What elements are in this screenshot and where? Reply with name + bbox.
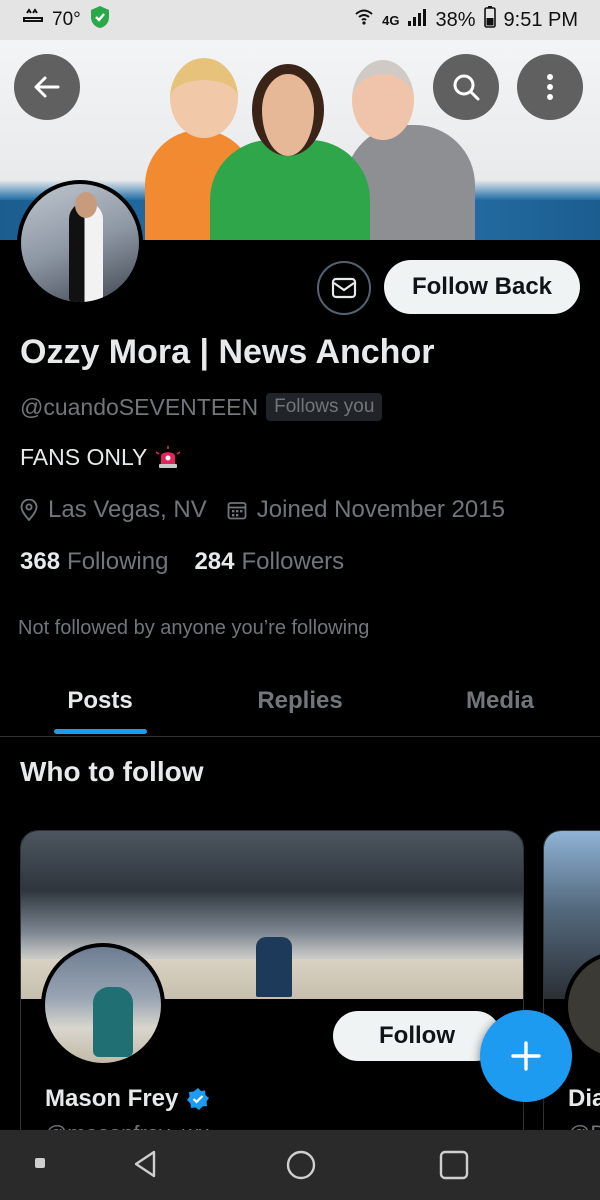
tab-label: Posts xyxy=(67,686,133,714)
more-options-button[interactable] xyxy=(517,54,583,120)
avatar-figure xyxy=(93,987,133,1057)
nav-home-button[interactable] xyxy=(284,1148,318,1182)
location-pin-icon xyxy=(20,499,38,521)
suggestion-avatar[interactable] xyxy=(41,943,165,1067)
status-bar: 70° 4G 38% 9:51 PM xyxy=(0,0,600,40)
suggestion-name: Dia xyxy=(568,1085,600,1112)
back-arrow-icon xyxy=(34,76,60,98)
tab-media[interactable]: Media xyxy=(400,665,600,736)
signal-icon xyxy=(407,8,427,32)
suggestion-card[interactable]: Dia @D xyxy=(543,830,600,1150)
nav-back-button[interactable] xyxy=(130,1148,162,1180)
more-vertical-icon xyxy=(547,74,553,100)
square-recents-icon xyxy=(439,1150,469,1180)
profile-avatar[interactable] xyxy=(17,180,143,306)
network-type: 4G xyxy=(382,12,400,28)
temperature-text: 70° xyxy=(52,9,81,30)
profile-name: Ozzy Mora | News Anchor xyxy=(20,333,435,371)
circle-home-icon xyxy=(286,1150,316,1180)
clock: 9:51 PM xyxy=(503,8,578,31)
wifi-icon xyxy=(354,8,374,32)
shield-icon xyxy=(89,5,111,35)
profile-bio: FANS ONLY xyxy=(20,444,181,471)
followers-link[interactable]: 284 Followers xyxy=(194,548,344,576)
location-item: Las Vegas, NV xyxy=(20,496,207,524)
message-button[interactable] xyxy=(317,261,371,315)
handle-row: @cuandoSEVENTEEN Follows you xyxy=(20,393,383,421)
follow-back-button[interactable]: Follow Back xyxy=(384,260,580,314)
tab-label: Media xyxy=(465,686,534,714)
followers-label: Followers xyxy=(241,548,345,575)
profile-meta: Las Vegas, NV Joined November 2015 xyxy=(20,496,525,524)
banner-person-head xyxy=(170,58,238,138)
following-count: 368 xyxy=(20,548,61,575)
location-text: Las Vegas, NV xyxy=(48,496,207,523)
followers-count: 284 xyxy=(194,548,235,575)
tab-posts[interactable]: Posts xyxy=(0,665,200,736)
following-link[interactable]: 368 Following xyxy=(20,548,168,576)
banner-couple xyxy=(256,937,292,997)
calendar-icon xyxy=(227,502,247,520)
tab-replies[interactable]: Replies xyxy=(200,665,400,736)
active-tab-indicator xyxy=(54,729,147,734)
follow-stats: 368 Following 284 Followers xyxy=(20,548,344,576)
nav-recents-button[interactable] xyxy=(438,1149,470,1181)
compose-button[interactable] xyxy=(480,1010,572,1102)
plus-icon xyxy=(511,1041,541,1071)
profile-tabs: Posts Replies Media xyxy=(0,665,600,737)
banner-person-head xyxy=(352,60,414,140)
bio-text: FANS ONLY xyxy=(20,444,148,470)
profile-handle: @cuandoSEVENTEEN xyxy=(20,393,259,420)
tab-label: Replies xyxy=(257,686,343,714)
follows-you-badge: Follows you xyxy=(266,393,383,421)
following-label: Following xyxy=(67,548,169,575)
square-dot-icon xyxy=(35,1158,45,1168)
verified-badge-icon xyxy=(187,1088,210,1110)
follow-button[interactable]: Follow xyxy=(333,1011,501,1061)
back-button[interactable] xyxy=(14,54,80,120)
banner-person-head xyxy=(252,64,324,156)
suggestion-name-row: Mason Frey xyxy=(45,1085,210,1113)
suggestion-card[interactable]: Follow Mason Frey @masonfrey_wx xyxy=(20,830,524,1150)
recent-apps-dot-button[interactable] xyxy=(34,1157,46,1169)
siren-emoji-icon xyxy=(155,445,181,470)
weather-icon xyxy=(22,8,44,32)
battery-percent: 38% xyxy=(435,8,476,31)
who-to-follow-title: Who to follow xyxy=(20,756,204,787)
system-nav-bar xyxy=(0,1130,600,1200)
not-followed-notice: Not followed by anyone you’re following xyxy=(18,617,370,639)
suggestion-name: Mason Frey xyxy=(45,1085,179,1112)
joined-item: Joined November 2015 xyxy=(227,496,505,524)
search-button[interactable] xyxy=(433,54,499,120)
joined-text: Joined November 2015 xyxy=(256,496,505,523)
battery-icon xyxy=(483,6,496,34)
triangle-back-icon xyxy=(134,1150,156,1178)
search-icon xyxy=(453,74,480,101)
mail-icon xyxy=(331,277,357,299)
avatar-face xyxy=(75,192,97,218)
